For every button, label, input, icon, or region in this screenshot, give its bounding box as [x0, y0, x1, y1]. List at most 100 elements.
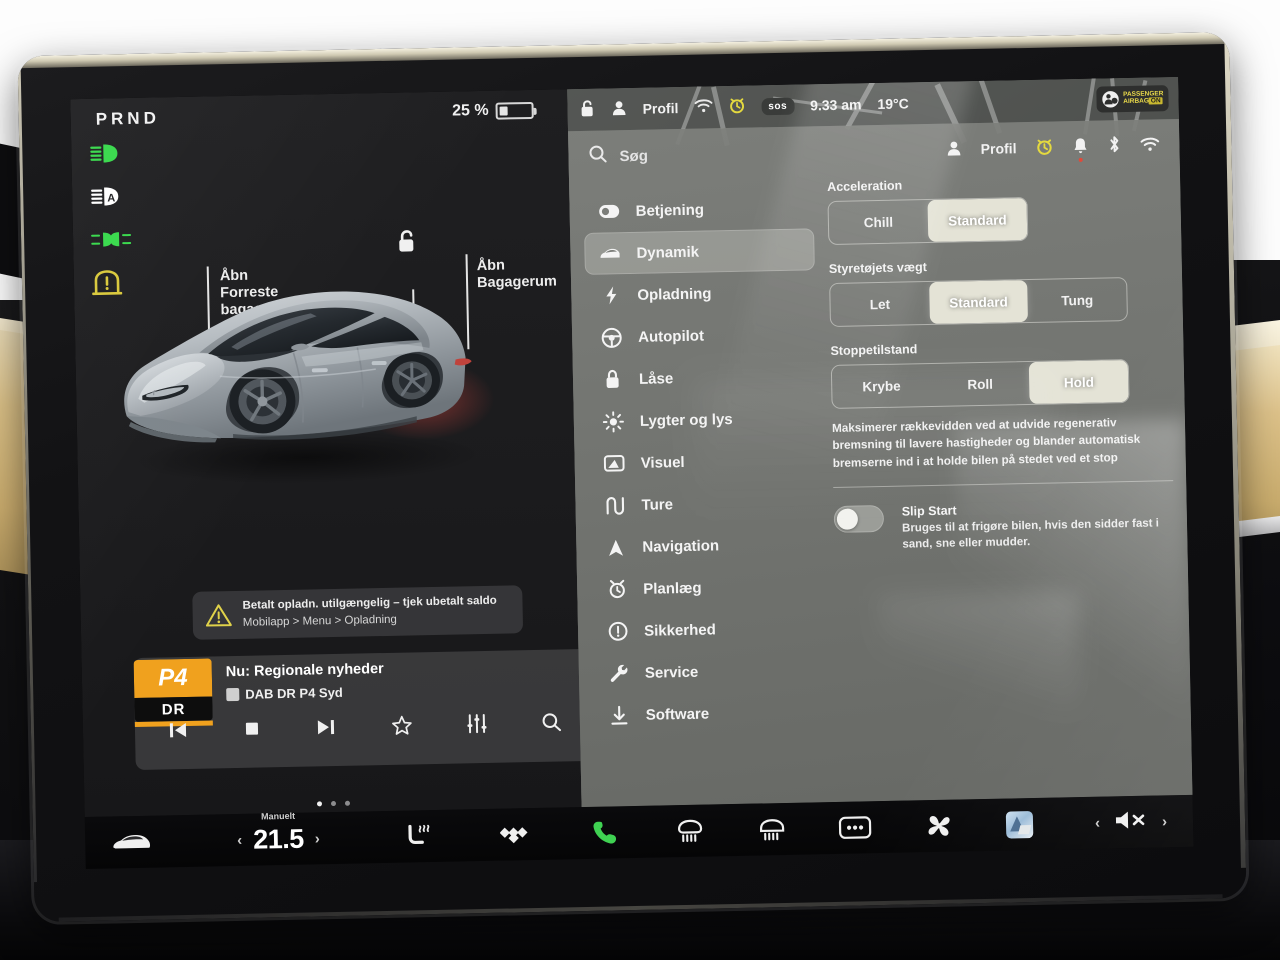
sidebar-item-navigation[interactable]: Navigation — [590, 522, 821, 569]
toggle-switch-icon — [599, 204, 620, 218]
more-options-icon[interactable] — [837, 814, 872, 841]
acceleration-option-standard[interactable]: Standard — [927, 198, 1028, 243]
temp-increase-button[interactable]: › — [315, 830, 320, 847]
search-input[interactable]: Søg — [619, 147, 648, 165]
settings-panel: Søg Profil Betjening Dynamik Opladning A… — [568, 118, 1193, 808]
page-dot-3 — [344, 800, 350, 806]
sidebar-item-visuel[interactable]: Visuel — [588, 438, 819, 485]
search-icon[interactable] — [588, 144, 607, 168]
sidebar-item-lygter-og-lys[interactable]: Lygter og lys — [587, 396, 818, 443]
page-dot-2 — [330, 801, 336, 807]
group-stopping-mode: Stoppetilstand Krybe Roll Hold Maksimere… — [830, 337, 1172, 472]
lock-icon[interactable] — [579, 99, 595, 120]
volume-next-button[interactable]: › — [1162, 813, 1167, 830]
sidebar-item-sikkerhed[interactable]: Sikkerhed — [592, 606, 823, 653]
media-player[interactable]: P4 DR Nu: Regionale nyheder DAB DR P4 Sy… — [133, 649, 581, 771]
stopping-mode-segmented-control: Krybe Roll Hold — [830, 359, 1130, 409]
sidebar-item-ture[interactable]: Ture — [589, 480, 820, 527]
battery-indicator[interactable]: 25 % — [452, 101, 534, 121]
acceleration-option-chill[interactable]: Chill — [829, 200, 929, 244]
page-dot-1 — [316, 801, 322, 807]
sidebar-item-service[interactable]: Service — [593, 648, 824, 695]
steering-option-tung[interactable]: Tung — [1027, 278, 1126, 322]
bluetooth-icon[interactable] — [1107, 135, 1121, 157]
charging-notification[interactable]: Betalt opladn. utilgængelig – tjek ubeta… — [192, 585, 524, 640]
settings-search-bar: Søg Profil — [568, 119, 1180, 183]
steering-option-standard[interactable]: Standard — [928, 280, 1029, 324]
profile-icon[interactable] — [611, 100, 626, 119]
sidebar-item-label: Service — [644, 663, 699, 682]
sos-button[interactable]: sos — [761, 97, 795, 115]
touchscreen-bezel: PRND 25 % A Åbn Forreste Åbn Bagagerum B… — [17, 31, 1247, 923]
wifi-icon[interactable] — [694, 98, 713, 116]
stop-icon[interactable] — [242, 718, 262, 743]
sidebar-item-autopilot[interactable]: Autopilot — [586, 312, 817, 359]
settings-profile-label[interactable]: Profil — [981, 140, 1017, 157]
dab-icon — [226, 687, 240, 702]
bezel-top-highlight — [17, 31, 1230, 69]
divider — [833, 480, 1174, 488]
media-source-label: DAB DR P4 Syd — [245, 684, 343, 702]
fan-icon[interactable] — [923, 812, 954, 841]
sidebar-item-opladning[interactable]: Opladning — [585, 270, 816, 317]
steering-weight-segmented-control: Let Standard Tung — [829, 277, 1128, 327]
wrench-icon — [608, 663, 629, 683]
steering-option-let[interactable]: Let — [830, 282, 929, 326]
wifi-icon[interactable] — [1140, 136, 1160, 155]
sidebar-item-betjening[interactable]: Betjening — [583, 186, 814, 233]
equalizer-icon[interactable] — [465, 713, 488, 739]
favorite-star-icon[interactable] — [390, 714, 413, 740]
sidebar-item-label: Autopilot — [638, 327, 705, 346]
sidebar-item-label: Lygter og lys — [639, 410, 733, 430]
front-defrost-icon[interactable] — [757, 817, 785, 842]
seat-heater-icon[interactable] — [403, 823, 434, 850]
status-profile-label[interactable]: Profil — [642, 100, 678, 117]
car-icon — [599, 246, 620, 260]
sidebar-item-label: Software — [645, 705, 710, 724]
alarm-clock-icon[interactable] — [1035, 137, 1053, 158]
car-icon[interactable] — [111, 832, 151, 853]
acceleration-segmented-control: Chill Standard — [827, 197, 1029, 246]
alarm-clock-icon[interactable] — [728, 97, 745, 117]
climate-control[interactable]: Manuelt ‹ 21.5 › — [237, 810, 320, 856]
volume-control: ‹ › — [1095, 807, 1168, 837]
tidal-logo-icon[interactable] — [499, 823, 533, 846]
stopping-option-hold[interactable]: Hold — [1029, 360, 1129, 404]
stopping-option-krybe[interactable]: Krybe — [832, 364, 931, 408]
auto-high-beam-icon: A — [90, 183, 131, 210]
next-icon[interactable] — [315, 716, 337, 741]
group-title: Stoppetilstand — [830, 342, 918, 358]
sidebar-item-planl-g[interactable]: Planlæg — [591, 564, 822, 611]
sidebar-item-l-se[interactable]: Låse — [587, 354, 818, 401]
climate-temperature: 21.5 — [252, 823, 305, 855]
rear-defrost-icon[interactable] — [675, 819, 703, 844]
slip-start-toggle[interactable] — [833, 504, 885, 533]
vehicle-render[interactable] — [73, 239, 577, 579]
page-indicator[interactable] — [316, 800, 350, 807]
sidebar-item-software[interactable]: Software — [593, 690, 824, 737]
settings-status-icons: Profil — [946, 134, 1160, 162]
sidebar-item-label: Ture — [641, 495, 674, 514]
toggle-knob — [836, 508, 859, 530]
notification-dot — [1078, 157, 1083, 162]
search-icon[interactable] — [541, 711, 564, 737]
muted-volume-icon[interactable] — [1114, 807, 1149, 837]
sidebar-item-label: Navigation — [642, 536, 720, 556]
notification-bell-icon[interactable] — [1072, 136, 1088, 162]
taskbar-spacer — [1033, 823, 1095, 824]
profile-icon[interactable] — [947, 140, 962, 159]
temp-decrease-button[interactable]: ‹ — [237, 831, 242, 848]
app-launcher-icon[interactable] — [1005, 810, 1033, 839]
climate-mode-label: Manuelt — [260, 810, 296, 822]
sidebar-item-label: Opladning — [637, 284, 712, 304]
slip-start-row: Slip Start Bruges til at frigøre bilen, … — [833, 499, 1175, 554]
stopping-option-roll[interactable]: Roll — [930, 362, 1029, 406]
stopping-mode-description: Maksimerer rækkevidden ved at udvide reg… — [831, 416, 1141, 470]
sidebar-item-label: Sikkerhed — [643, 620, 716, 640]
volume-prev-button[interactable]: ‹ — [1095, 814, 1100, 831]
passenger-airbag-badge: PASSENGER AIRBAG ON — [1095, 85, 1169, 113]
steering-wheel-icon — [601, 327, 622, 348]
previous-icon[interactable] — [167, 719, 189, 744]
phone-icon[interactable] — [591, 819, 620, 846]
sidebar-item-dynamik[interactable]: Dynamik — [584, 228, 815, 275]
